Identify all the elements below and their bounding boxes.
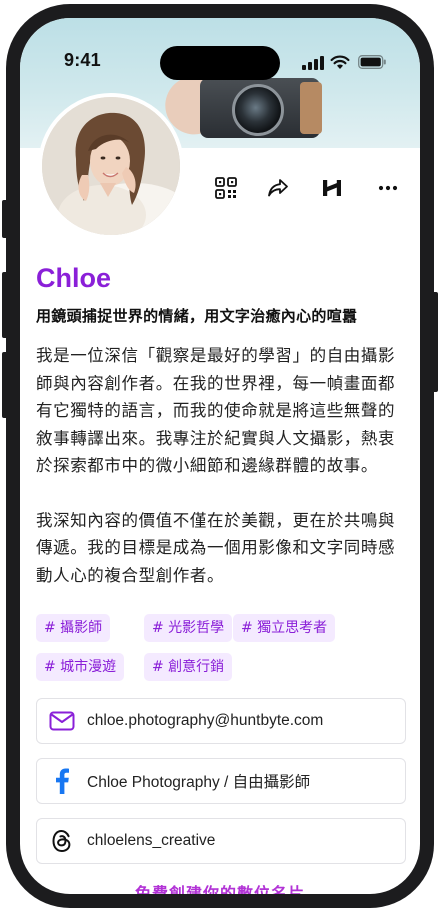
more-icon [378, 185, 398, 191]
profile-action-row [208, 170, 408, 206]
qr-code-icon [215, 177, 237, 199]
avatar [38, 93, 184, 239]
dynamic-island [160, 46, 280, 80]
avatar-portrait [42, 97, 180, 235]
phone-volume-up-button [2, 272, 8, 338]
share-icon [268, 179, 288, 197]
phone-volume-down-button [2, 352, 8, 418]
wifi-icon [330, 55, 350, 69]
profile-tagline: 用鏡頭捕捉世界的情緒，用文字治癒內心的喧囂 [36, 307, 358, 325]
email-icon [49, 711, 75, 731]
tag-chip[interactable]: # 創意行銷 [144, 653, 233, 681]
tag-chip[interactable]: # 攝影師 [36, 614, 111, 642]
threads-icon [52, 829, 71, 853]
contact-threads-label: chloelens_creative [87, 832, 216, 849]
battery-icon [358, 55, 386, 69]
profile-name: Chloe [36, 263, 112, 293]
bio-paragraph: 我是一位深信「觀察是最好的學習」的自由攝影師與內容創作者。在我的世界裡，每一幀畫… [36, 346, 396, 475]
tag-chip[interactable]: # 獨立思考者 [233, 614, 336, 642]
contact-email-label: chloe.photography@huntbyte.com [87, 712, 324, 729]
share-button[interactable] [260, 170, 296, 206]
status-bar: 9:41 [20, 18, 420, 98]
brand-link-button[interactable] [314, 170, 350, 206]
profile-content: Chloe 用鏡頭捕捉世界的情緒，用文字治癒內心的喧囂 我是一位深信「觀察是最好… [36, 260, 408, 589]
tag-chip[interactable]: # 光影哲學 [144, 614, 233, 642]
contact-facebook-label: Chloe Photography / 自由攝影師 [87, 774, 311, 791]
phone-screen: 9:41 Chloe 用鏡頭捕捉世界的情緒，用文字治癒內心的喧囂 我是一位深信「… [20, 18, 420, 894]
facebook-icon [56, 768, 69, 794]
create-card-link[interactable]: 免費創建你的數位名片 [20, 880, 420, 894]
bio-paragraph: 我深知內容的價值不僅在於美觀，更在於共鳴與傳遞。我的目標是成為一個用影像和文字同… [36, 510, 396, 585]
signal-icon [302, 56, 324, 70]
phone-power-button [432, 292, 438, 392]
qr-code-button[interactable] [208, 170, 244, 206]
profile-bio: 我是一位深信「觀察是最好的學習」的自由攝影師與內容創作者。在我的世界裡，每一幀畫… [36, 342, 408, 589]
contact-facebook[interactable]: Chloe Photography / 自由攝影師 [36, 758, 406, 804]
more-options-button[interactable] [370, 170, 406, 206]
contact-email[interactable]: chloe.photography@huntbyte.com [36, 698, 406, 744]
contact-threads[interactable]: chloelens_creative [36, 818, 406, 864]
phone-action-button [2, 200, 8, 238]
status-time: 9:41 [64, 50, 101, 70]
brand-logo-icon [323, 180, 341, 196]
tag-chip[interactable]: # 城市漫遊 [36, 653, 125, 681]
